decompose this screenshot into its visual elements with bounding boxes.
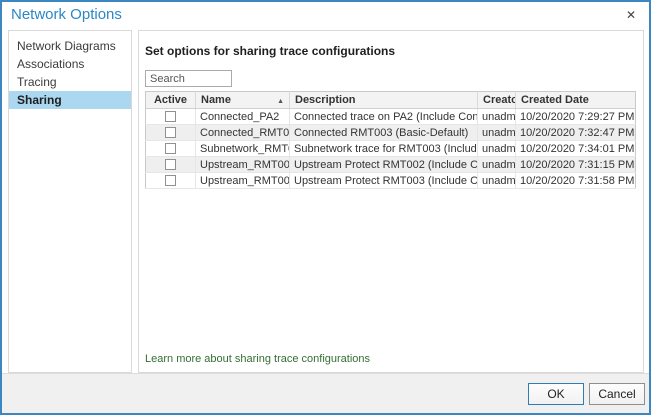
created-date-cell: 10/20/2020 7:29:27 PM [516, 109, 636, 125]
column-header-active[interactable]: Active [146, 92, 196, 109]
description-cell: Upstream Protect RMT002 (Include Contain… [290, 157, 478, 173]
close-icon[interactable]: ✕ [626, 8, 636, 22]
created-date-cell: 10/20/2020 7:31:58 PM [516, 173, 636, 189]
network-options-dialog: Network Options ✕ Network Diagrams Assoc… [0, 0, 651, 415]
description-cell: Connected trace on PA2 (Include Containe… [290, 109, 478, 125]
column-header-created-date[interactable]: Created Date [516, 92, 636, 109]
active-cell [146, 125, 196, 141]
column-header-creator[interactable]: Creator [478, 92, 516, 109]
sidebar-item-tracing[interactable]: Tracing [9, 73, 131, 91]
sidebar-item-network-diagrams[interactable]: Network Diagrams [9, 37, 131, 55]
active-checkbox[interactable] [165, 175, 176, 186]
created-date-cell: 10/20/2020 7:32:47 PM [516, 125, 636, 141]
active-cell [146, 173, 196, 189]
description-cell: Subnetwork trace for RMT003 (Include Con… [290, 141, 478, 157]
column-header-name[interactable]: Name ▲ [196, 92, 290, 109]
ok-button[interactable]: OK [528, 383, 584, 405]
creator-cell: unadmin [478, 109, 516, 125]
creator-cell: unadmin [478, 141, 516, 157]
table-row[interactable]: Upstream_RMT003 Upstream Protect RMT003 … [146, 173, 636, 189]
title-bar: Network Options ✕ [2, 2, 649, 30]
creator-cell: unadmin [478, 173, 516, 189]
table-row[interactable]: Subnetwork_RMT003 Subnetwork trace for R… [146, 141, 636, 157]
column-header-description[interactable]: Description [290, 92, 478, 109]
name-cell: Upstream_RMT002 [196, 157, 290, 173]
panel-heading: Set options for sharing trace configurat… [145, 44, 395, 58]
options-sidebar: Network Diagrams Associations Tracing Sh… [8, 30, 132, 373]
name-cell: Connected_RMT003 [196, 125, 290, 141]
sharing-options-panel: Set options for sharing trace configurat… [138, 30, 644, 373]
column-header-name-label: Name [201, 94, 231, 106]
name-cell: Connected_PA2 [196, 109, 290, 125]
creator-cell: unadmin [478, 157, 516, 173]
sidebar-item-associations[interactable]: Associations [9, 55, 131, 73]
active-checkbox[interactable] [165, 143, 176, 154]
creator-cell: unadmin [478, 125, 516, 141]
sidebar-item-sharing[interactable]: Sharing [9, 91, 131, 109]
description-cell: Upstream Protect RMT003 (Include Content… [290, 173, 478, 189]
cancel-button[interactable]: Cancel [589, 383, 645, 405]
table-row[interactable]: Upstream_RMT002 Upstream Protect RMT002 … [146, 157, 636, 173]
dialog-title: Network Options [11, 6, 122, 23]
active-checkbox[interactable] [165, 111, 176, 122]
table-header-row: Active Name ▲ Description Creator Create… [146, 92, 636, 109]
created-date-cell: 10/20/2020 7:34:01 PM [516, 141, 636, 157]
name-cell: Subnetwork_RMT003 [196, 141, 290, 157]
active-checkbox[interactable] [165, 127, 176, 138]
created-date-cell: 10/20/2020 7:31:15 PM [516, 157, 636, 173]
learn-more-link[interactable]: Learn more about sharing trace configura… [145, 353, 370, 365]
dialog-footer: OK Cancel [2, 373, 649, 413]
table-row[interactable]: Connected_PA2 Connected trace on PA2 (In… [146, 109, 636, 125]
search-input[interactable] [145, 70, 232, 87]
name-cell: Upstream_RMT003 [196, 173, 290, 189]
active-cell [146, 157, 196, 173]
table-row[interactable]: Connected_RMT003 Connected RMT003 (Basic… [146, 125, 636, 141]
trace-configurations-table: Active Name ▲ Description Creator Create… [145, 91, 637, 189]
description-cell: Connected RMT003 (Basic-Default) [290, 125, 478, 141]
sort-ascending-icon: ▲ [277, 98, 284, 105]
active-cell [146, 141, 196, 157]
active-cell [146, 109, 196, 125]
active-checkbox[interactable] [165, 159, 176, 170]
